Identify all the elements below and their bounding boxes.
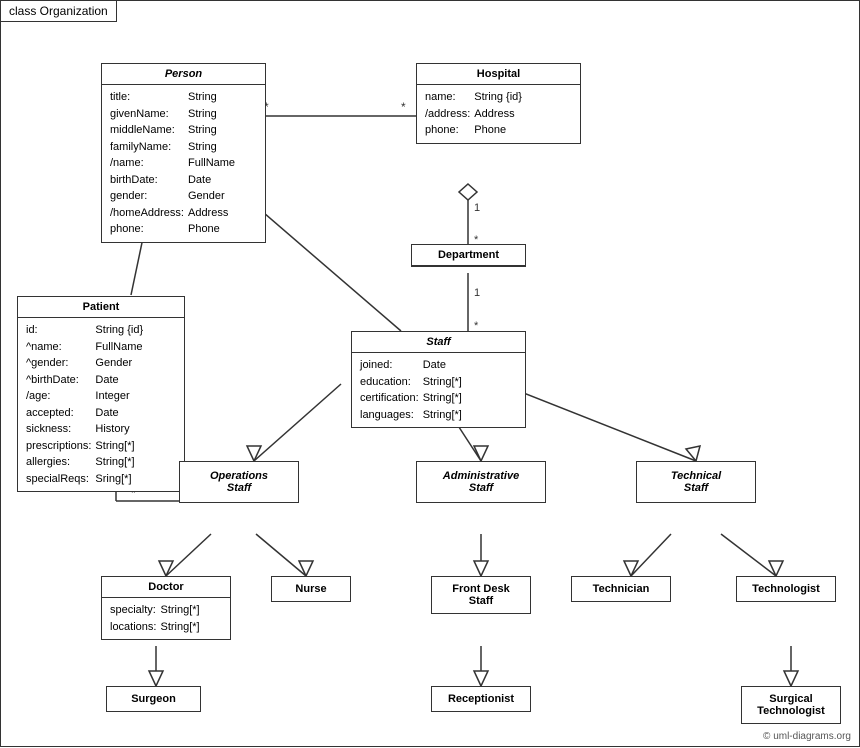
technician-class: Technician: [571, 576, 671, 602]
person-attrs: title:String givenName:String middleName…: [102, 85, 265, 242]
diagram-label: class Organization: [1, 1, 117, 22]
patient-attrs: id:String {id} ^name:FullName ^gender:Ge…: [18, 318, 184, 491]
staff-title: Staff: [352, 332, 525, 353]
nurse-class: Nurse: [271, 576, 351, 602]
surgeon-class: Surgeon: [106, 686, 201, 712]
department-class: Department: [411, 244, 526, 267]
surgical-technologist-title: SurgicalTechnologist: [750, 693, 832, 717]
diagram-container: class Organization * * 1 * 1 * * *: [0, 0, 860, 747]
front-desk-staff-class: Front DeskStaff: [431, 576, 531, 614]
hospital-attrs: name:String {id} /address:Address phone:…: [417, 85, 580, 143]
copyright: © uml-diagrams.org: [763, 731, 851, 742]
surgeon-title: Surgeon: [131, 693, 176, 705]
hospital-class: Hospital name:String {id} /address:Addre…: [416, 63, 581, 144]
patient-title: Patient: [18, 297, 184, 318]
staff-class: Staff joined:Date education:String[*] ce…: [351, 331, 526, 428]
technical-staff-class: TechnicalStaff: [636, 461, 756, 503]
technical-staff-title: TechnicalStaff: [643, 470, 749, 494]
receptionist-class: Receptionist: [431, 686, 531, 712]
person-title: Person: [102, 64, 265, 85]
surgical-technologist-class: SurgicalTechnologist: [741, 686, 841, 724]
receptionist-title: Receptionist: [448, 693, 514, 705]
administrative-staff-title: AdministrativeStaff: [423, 470, 539, 494]
operations-staff-title: OperationsStaff: [186, 470, 292, 494]
svg-text:1: 1: [474, 287, 480, 299]
front-desk-staff-title: Front DeskStaff: [440, 583, 522, 607]
doctor-title: Doctor: [102, 577, 230, 598]
staff-attrs: joined:Date education:String[*] certific…: [352, 353, 525, 427]
person-class: Person title:String givenName:String mid…: [101, 63, 266, 243]
technician-title: Technician: [593, 583, 650, 595]
nurse-title: Nurse: [295, 583, 326, 595]
technologist-title: Technologist: [752, 583, 820, 595]
hospital-title: Hospital: [417, 64, 580, 85]
patient-class: Patient id:String {id} ^name:FullName ^g…: [17, 296, 185, 492]
technologist-class: Technologist: [736, 576, 836, 602]
department-title: Department: [412, 245, 525, 266]
doctor-class: Doctor specialty:String[*] locations:Str…: [101, 576, 231, 640]
operations-staff-class: OperationsStaff: [179, 461, 299, 503]
administrative-staff-class: AdministrativeStaff: [416, 461, 546, 503]
svg-text:1: 1: [474, 202, 480, 214]
svg-text:*: *: [401, 100, 406, 114]
doctor-attrs: specialty:String[*] locations:String[*]: [102, 598, 230, 639]
